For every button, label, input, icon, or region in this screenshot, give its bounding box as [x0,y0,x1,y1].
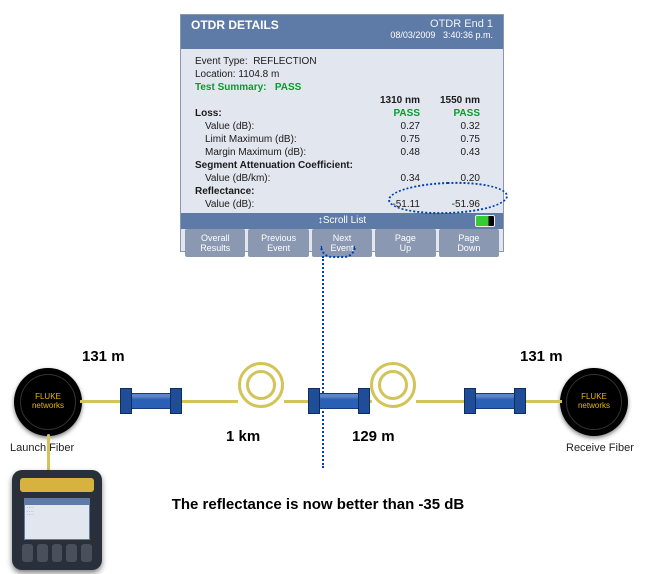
reflectance-2: -51.96 [420,199,480,210]
otdr-time: 3:40:36 p.m. [443,30,493,40]
value-db-1: 0.27 [360,121,420,132]
launch-fiber-reel: FLUKEnetworks [14,368,82,436]
distance-1km: 1 km [226,428,260,445]
loss-label: Loss: [195,108,360,119]
summary-value: PASS [275,82,302,93]
receive-fiber-label: Receive Fiber [566,442,634,454]
receive-fiber-reel: FLUKEnetworks [560,368,628,436]
segment-2: 0.20 [420,173,480,184]
otdr-title-bar: OTDR DETAILS OTDR End 1 08/03/2009 3:40:… [181,15,503,49]
segment-label: Segment Attenuation Coefficient: [195,160,360,171]
limit-1: 0.75 [360,134,420,145]
tab-next-event[interactable]: NextEvent [312,229,372,257]
reflectance-1: -51.11 [360,199,420,210]
segment-1: 0.34 [360,173,420,184]
scroll-list-label: ↕Scroll List [318,215,366,226]
event-type-label: Event Type: [195,56,248,67]
tab-overall-results[interactable]: OverallResults [185,229,245,257]
event-type-value: REFLECTION [253,56,316,67]
fiber-to-otdr [47,434,50,472]
reflectance-label: Reflectance: [195,186,360,197]
summary-label: Test Summary: [195,82,267,93]
value-db-2: 0.32 [420,121,480,132]
distance-129m: 129 m [352,428,395,445]
distance-131m-left: 131 m [82,348,125,365]
reflectance-note: The reflectance is now better than -35 d… [138,496,498,513]
fiber-segment [176,400,238,403]
otdr-instrument-icon: - - - -- - - -- - - - [12,470,102,570]
otdr-body: Event Type: REFLECTION Location: 1104.8 … [181,49,503,213]
segment-val-label: Value (dB/km): [195,173,360,184]
margin-label: Margin Maximum (dB): [195,147,360,158]
otdr-details-panel: OTDR DETAILS OTDR End 1 08/03/2009 3:40:… [180,14,504,252]
tab-row: OverallResults PreviousEvent NextEvent P… [181,229,503,261]
location-value: 1104.8 m [238,69,279,80]
value-db-label: Value (dB): [195,121,360,132]
limit-2: 0.75 [420,134,480,145]
connector-icon [470,393,520,409]
scroll-list-bar[interactable]: ↕Scroll List [181,213,503,229]
margin-1: 0.48 [360,147,420,158]
otdr-subtitle: OTDR End 1 [390,18,493,30]
launch-fiber-label: Launch Fiber [10,442,74,454]
reflectance-val-label: Value (dB): [195,199,360,210]
loss-result-1: PASS [360,108,420,119]
otdr-title: OTDR DETAILS [191,18,279,32]
limit-label: Limit Maximum (dB): [195,134,360,145]
location-label: Location: [195,69,236,80]
fiber-diagram: FLUKEnetworks FLUKEnetworks Launch Fiber… [0,330,645,574]
wavelength-1: 1310 nm [360,95,420,106]
connector-icon [126,393,176,409]
connector-icon [314,393,364,409]
distance-131m-right: 131 m [520,348,563,365]
wavelength-2: 1550 nm [420,95,480,106]
battery-icon [475,215,495,227]
otdr-date: 08/03/2009 [390,30,435,40]
margin-2: 0.43 [420,147,480,158]
fiber-spool-129m-icon [370,362,416,408]
tab-previous-event[interactable]: PreviousEvent [248,229,308,257]
tab-page-down[interactable]: PageDown [439,229,499,257]
fiber-spool-1km-icon [238,362,284,408]
loss-result-2: PASS [420,108,480,119]
tab-page-up[interactable]: PageUp [375,229,435,257]
